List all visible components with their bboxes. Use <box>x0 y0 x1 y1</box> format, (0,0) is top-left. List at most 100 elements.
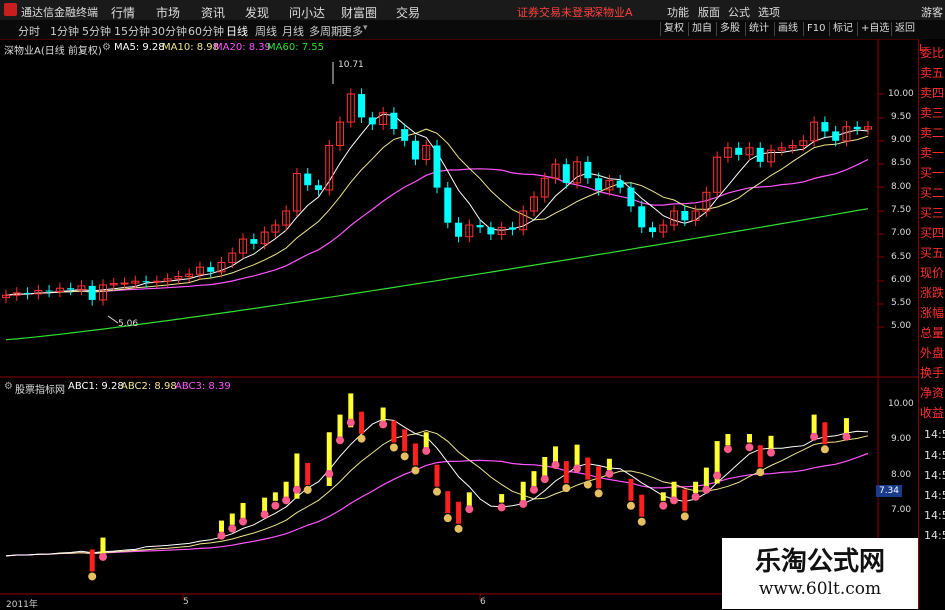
candle-body <box>314 185 322 190</box>
panel-field: 买二 <box>920 186 945 200</box>
signal-bar-red <box>628 478 634 501</box>
candle-body <box>358 94 366 118</box>
signal-bar <box>725 434 731 446</box>
candle-body <box>616 180 624 188</box>
panel-field: 换手 <box>920 366 945 380</box>
signal-bar <box>660 492 666 501</box>
coin-icon <box>583 480 592 489</box>
signal-bar-red <box>585 457 591 480</box>
coin-icon <box>637 517 646 526</box>
gem-icon <box>239 517 248 526</box>
signal-bar-red <box>563 461 569 484</box>
y-tick: 5.50 <box>891 298 912 308</box>
gem-icon <box>260 510 269 519</box>
panel-field: 涨跌 <box>920 286 945 300</box>
candle-body <box>487 227 495 235</box>
candle-body <box>88 285 96 300</box>
signal-bar-red <box>402 429 408 452</box>
signal-bar <box>843 418 849 436</box>
panel-field: 卖五 <box>920 66 945 80</box>
signal-bar-red <box>391 420 397 443</box>
signal-bar <box>671 481 677 499</box>
candle-body <box>411 140 419 160</box>
coin-icon <box>357 434 366 443</box>
gem-icon <box>282 496 291 505</box>
y-tick: 5.00 <box>891 321 912 331</box>
signal-bar-red <box>757 445 763 468</box>
signal-bar-red <box>456 501 462 524</box>
tick-time: 14:50 <box>924 469 945 482</box>
signal-bar <box>283 481 289 499</box>
panel-field: 委比 <box>920 46 945 60</box>
y-tick: 9.50 <box>891 112 912 122</box>
candle-body <box>401 129 409 141</box>
signal-bar <box>768 435 774 450</box>
signal-bar-red <box>305 462 311 485</box>
candle-body <box>455 222 463 237</box>
gem-icon <box>605 469 614 478</box>
high-label: 10.71 <box>338 60 364 70</box>
candle-body <box>476 225 484 228</box>
gem-icon <box>540 475 549 484</box>
gem-icon <box>292 485 301 494</box>
gem-icon <box>810 432 819 441</box>
panel-field: 净资 <box>920 386 945 400</box>
candle-body <box>681 211 689 221</box>
signal-bar <box>466 492 472 507</box>
panel-field: 卖二 <box>920 126 945 140</box>
coin-icon <box>680 512 689 521</box>
y-tick: 10.00 <box>888 89 914 99</box>
coin-icon <box>594 489 603 498</box>
coin-icon <box>454 524 463 533</box>
y-tick: 6.00 <box>891 275 912 285</box>
coin-icon <box>411 466 420 475</box>
panel-field: 总量 <box>920 326 945 340</box>
abc2-label: ABC2: 8.98 <box>121 381 177 392</box>
kline-chart[interactable] <box>0 0 918 609</box>
gem-icon <box>465 505 474 514</box>
coin-icon <box>443 514 452 523</box>
candle-body <box>433 145 441 188</box>
panel-field: 涨幅 <box>920 306 945 320</box>
coin-icon <box>820 445 829 454</box>
gem-icon <box>551 461 560 469</box>
candle-body <box>584 161 592 179</box>
signal-bar-red <box>412 443 418 466</box>
watermark: 乐淘公式网 www.60lt.com <box>722 538 918 609</box>
tick-time: 14:50 <box>924 449 945 462</box>
gem-icon <box>346 418 355 427</box>
signal-bar-red <box>359 411 365 434</box>
gem-icon <box>659 501 668 510</box>
candle-body <box>649 227 656 233</box>
abc3-label: ABC3: 8.39 <box>175 381 231 392</box>
coin-icon <box>389 443 398 452</box>
coin-icon <box>433 487 441 496</box>
candle-body <box>821 122 829 132</box>
signal-bar <box>229 513 235 525</box>
candle-body <box>24 292 32 294</box>
current-price-badge: 7.34 <box>876 485 902 497</box>
panel-field: 卖一 <box>920 146 945 160</box>
candle-body <box>853 126 861 130</box>
watermark-title: 乐淘公式网 <box>754 547 885 577</box>
guest-label[interactable]: 游客 <box>921 4 943 20</box>
gem-icon <box>422 446 431 455</box>
sub-y-tick: 7.00 <box>891 505 912 515</box>
gem-icon <box>325 469 334 478</box>
candle-body <box>368 117 376 125</box>
gem-icon <box>98 552 107 561</box>
tick-time: 14:50 <box>924 489 945 502</box>
time-axis-may: 5 <box>183 597 189 607</box>
coin-icon <box>562 484 571 493</box>
gem-icon <box>217 531 226 540</box>
signal-bar <box>746 434 752 443</box>
gem-icon <box>573 464 582 473</box>
gem-icon <box>745 443 754 452</box>
sub-settings-gear-icon[interactable]: ⚙ <box>4 381 13 392</box>
gem-icon <box>702 485 711 494</box>
candle-body <box>207 267 215 272</box>
time-axis-june: 6 <box>480 597 486 607</box>
signal-bar-red <box>596 466 602 489</box>
sub-chart-title: 股票指标网 <box>15 385 65 396</box>
panel-field: 买四 <box>920 226 945 240</box>
